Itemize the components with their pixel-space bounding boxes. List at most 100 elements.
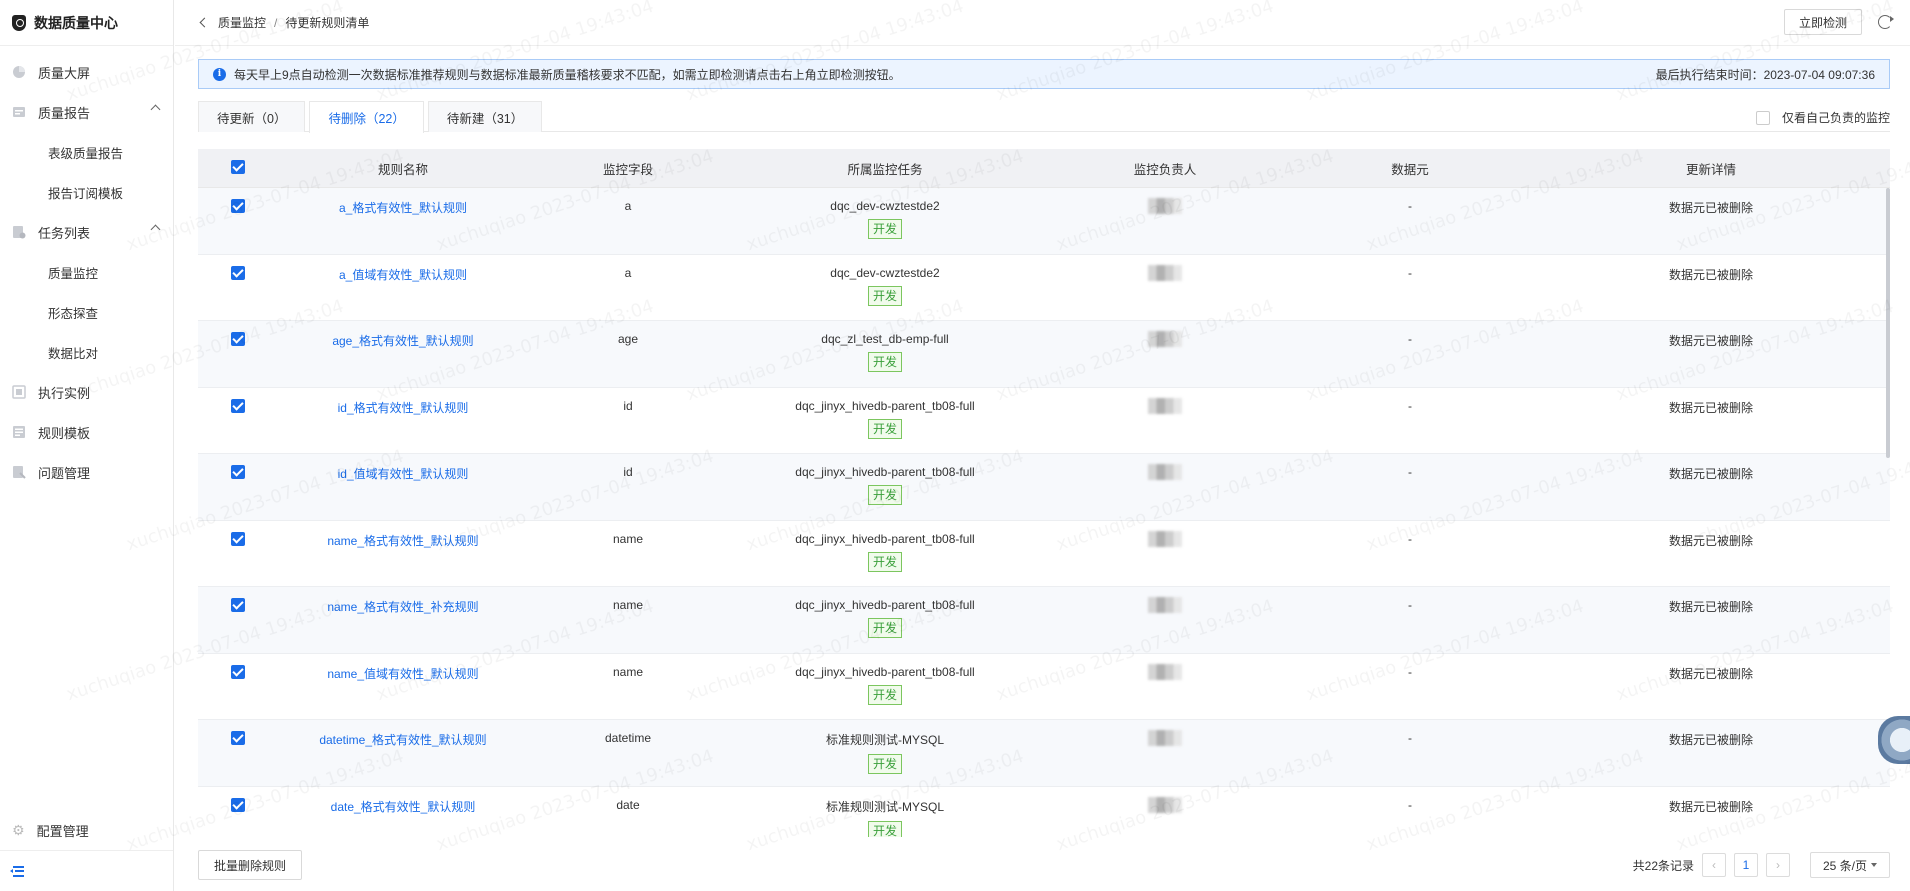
refresh-icon[interactable] bbox=[1878, 15, 1894, 29]
check-now-button[interactable]: 立即检测 bbox=[1783, 9, 1862, 35]
table-scrollbar[interactable] bbox=[1886, 188, 1890, 458]
sidebar-item-quality-report[interactable]: 质量报告 bbox=[0, 92, 173, 132]
back-arrow-icon[interactable] bbox=[199, 17, 210, 28]
table-row: age_格式有效性_默认规则 age dqc_zl_test_db-emp-fu… bbox=[198, 321, 1890, 388]
table-row: id_值域有效性_默认规则 id dqc_jinyx_hivedb-parent… bbox=[198, 454, 1890, 521]
sidebar-item-profile-explore[interactable]: 形态探查 bbox=[0, 292, 173, 332]
avatar bbox=[1148, 464, 1182, 480]
table-row: id_格式有效性_默认规则 id dqc_jinyx_hivedb-parent… bbox=[198, 387, 1890, 454]
env-tag: 开发 bbox=[867, 551, 902, 572]
row-checkbox[interactable] bbox=[231, 265, 245, 280]
tab-pending-update[interactable]: 待更新（0） bbox=[198, 101, 306, 132]
page-size-select[interactable]: 25 条/页 bbox=[1810, 852, 1890, 878]
column-header-data-element: 数据元 bbox=[1391, 162, 1429, 177]
own-monitors-filter[interactable]: 仅看自己负责的监控 bbox=[1755, 109, 1890, 126]
table-body: a_格式有效性_默认规则 a dqc_dev-cwztestde2 开发 - 数据… bbox=[198, 188, 1890, 837]
sidebar-item-quality-monitor[interactable]: 质量监控 bbox=[0, 252, 173, 292]
row-checkbox[interactable] bbox=[231, 398, 245, 413]
last-run-time: 最后执行结束时间：2023-07-04 09:07:36 bbox=[1655, 67, 1875, 82]
update-detail-cell: 数据元已被删除 bbox=[1668, 400, 1753, 415]
table-row: name_格式有效性_默认规则 name dqc_jinyx_hivedb-pa… bbox=[198, 520, 1890, 587]
task-name: dqc_jinyx_hivedb-parent_tb08-full bbox=[795, 598, 975, 612]
row-checkbox[interactable] bbox=[231, 664, 245, 679]
data-element-cell: - bbox=[1408, 598, 1412, 612]
field-cell: datetime bbox=[604, 731, 652, 745]
sidebar-item-issue-management[interactable]: 问题管理 bbox=[0, 452, 173, 492]
breadcrumb-parent[interactable]: 质量监控 bbox=[218, 14, 266, 31]
row-checkbox[interactable] bbox=[231, 332, 245, 346]
table-row: name_值域有效性_默认规则 name dqc_jinyx_hivedb-pa… bbox=[198, 653, 1890, 720]
update-detail-cell: 数据元已被删除 bbox=[1668, 267, 1753, 282]
data-element-cell: - bbox=[1408, 465, 1412, 479]
sidebar-item-report-subscription-template[interactable]: 报告订阅模板 bbox=[0, 172, 173, 212]
total-count: 共22条记录 bbox=[1632, 858, 1694, 873]
env-tag: 开发 bbox=[867, 754, 902, 774]
rule-name-link[interactable]: a_格式有效性_默认规则 bbox=[339, 201, 467, 215]
sidebar: 数据质量中心 质量大屏 质量报告 表级质量报告 报告订阅模板 任务列表 质量监控… bbox=[0, 0, 174, 891]
rules-table: 规则名称 监控字段 所属监控任务 监控负责人 数据元 更新详情 a_格式有效性_… bbox=[198, 149, 1890, 837]
task-name: 标准规则测试-MYSQL bbox=[825, 733, 944, 747]
env-tag: 开发 bbox=[867, 684, 902, 705]
avatar bbox=[1148, 198, 1182, 214]
data-element-cell: - bbox=[1408, 265, 1412, 280]
data-element-cell: - bbox=[1408, 199, 1412, 213]
field-cell: date bbox=[616, 797, 640, 812]
shield-icon bbox=[12, 14, 26, 31]
sidebar-item-rule-template[interactable]: 规则模板 bbox=[0, 412, 173, 452]
tab-pending-create[interactable]: 待新建（31） bbox=[427, 101, 543, 132]
sidebar-item-execution-instance[interactable]: 执行实例 bbox=[0, 372, 173, 412]
task-name: dqc_jinyx_hivedb-parent_tb08-full bbox=[795, 531, 975, 546]
pagination: 共22条记录 ‹ 1 › 25 条/页 bbox=[1633, 852, 1890, 878]
rule-name-link[interactable]: a_值域有效性_默认规则 bbox=[339, 268, 467, 282]
batch-delete-button[interactable]: 批量删除规则 bbox=[198, 850, 303, 880]
sidebar-item-data-compare[interactable]: 数据比对 bbox=[0, 332, 173, 372]
avatar bbox=[1148, 397, 1182, 414]
rule-name-link[interactable]: date_格式有效性_默认规则 bbox=[331, 800, 476, 814]
pie-chart-icon bbox=[12, 65, 26, 79]
rule-name-link[interactable]: datetime_格式有效性_默认规则 bbox=[319, 733, 486, 747]
column-header-update-detail: 更新详情 bbox=[1685, 162, 1736, 177]
task-name: 标准规则测试-MYSQL bbox=[825, 799, 944, 814]
next-page-button[interactable]: › bbox=[1766, 853, 1790, 877]
own-monitors-label: 仅看自己负责的监控 bbox=[1781, 111, 1890, 125]
row-checkbox[interactable] bbox=[231, 465, 245, 479]
rule-name-link[interactable]: name_值域有效性_默认规则 bbox=[327, 667, 478, 681]
update-detail-cell: 数据元已被删除 bbox=[1668, 467, 1753, 481]
page-number-button[interactable]: 1 bbox=[1734, 853, 1758, 877]
env-tag: 开发 bbox=[867, 418, 902, 439]
row-checkbox[interactable] bbox=[231, 797, 245, 812]
update-detail-cell: 数据元已被删除 bbox=[1668, 334, 1753, 348]
row-checkbox[interactable] bbox=[231, 531, 245, 546]
row-checkbox[interactable] bbox=[231, 598, 245, 612]
update-detail-cell: 数据元已被删除 bbox=[1668, 666, 1753, 681]
rule-name-link[interactable]: id_值域有效性_默认规则 bbox=[338, 467, 469, 481]
tab-pending-delete[interactable]: 待删除（22） bbox=[309, 101, 424, 133]
update-detail-cell: 数据元已被删除 bbox=[1668, 600, 1753, 614]
menu-collapse-icon bbox=[10, 865, 24, 877]
sidebar-item-table-quality-report[interactable]: 表级质量报告 bbox=[0, 132, 173, 172]
row-checkbox[interactable] bbox=[231, 731, 245, 745]
sidebar-collapse-button[interactable] bbox=[0, 851, 173, 891]
rule-name-link[interactable]: name_格式有效性_补充规则 bbox=[327, 600, 478, 614]
info-banner: i 每天早上9点自动检测一次数据标准推荐规则与数据标准最新质量稽核要求不匹配，如… bbox=[198, 59, 1890, 89]
sidebar-item-quality-dashboard[interactable]: 质量大屏 bbox=[0, 52, 173, 92]
prev-page-button[interactable]: ‹ bbox=[1702, 853, 1726, 877]
sidebar-bottom: ⚙ 配置管理 bbox=[0, 811, 173, 891]
data-element-cell: - bbox=[1408, 797, 1412, 812]
assistant-float-icon[interactable] bbox=[1878, 716, 1910, 764]
banner-message: 每天早上9点自动检测一次数据标准推荐规则与数据标准最新质量稽核要求不匹配，如需立… bbox=[234, 67, 901, 82]
rule-name-link[interactable]: name_格式有效性_默认规则 bbox=[327, 534, 478, 548]
table-row: datetime_格式有效性_默认规则 datetime 标准规则测试-MYSQ… bbox=[198, 720, 1890, 787]
breadcrumb-separator: / bbox=[274, 15, 278, 30]
own-monitors-checkbox[interactable] bbox=[1755, 110, 1770, 125]
rule-name-link[interactable]: age_格式有效性_默认规则 bbox=[332, 334, 473, 348]
task-name: dqc_zl_test_db-emp-full bbox=[821, 332, 949, 346]
update-detail-cell: 数据元已被删除 bbox=[1668, 733, 1753, 747]
sidebar-item-config[interactable]: ⚙ 配置管理 bbox=[0, 811, 173, 851]
instance-icon bbox=[12, 385, 26, 399]
rule-name-link[interactable]: id_格式有效性_默认规则 bbox=[338, 401, 469, 415]
select-all-checkbox[interactable] bbox=[231, 159, 245, 174]
row-checkbox[interactable] bbox=[231, 199, 245, 213]
sidebar-item-task-list[interactable]: 任务列表 bbox=[0, 212, 173, 252]
app-logo[interactable]: 数据质量中心 bbox=[0, 0, 173, 46]
